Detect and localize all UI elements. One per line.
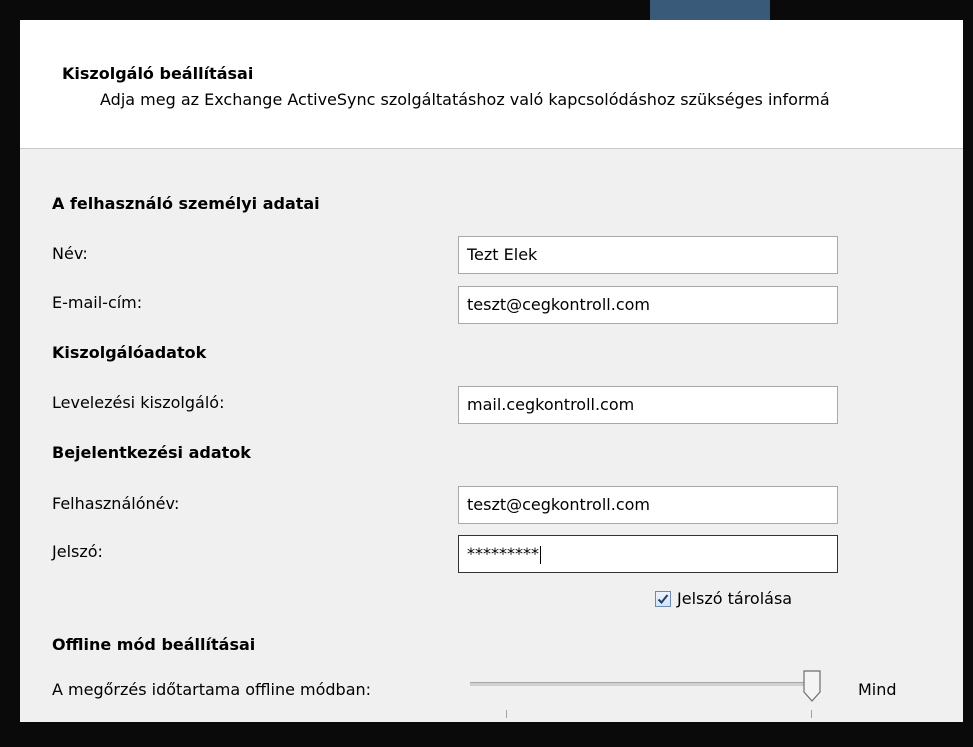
window-titlebar-accent (650, 0, 770, 20)
window-frame-right (963, 0, 973, 747)
slider-tick-end (811, 710, 812, 718)
dialog-header: Kiszolgáló beállításai Adja meg az Excha… (20, 20, 963, 149)
remember-password-label: Jelszó tárolása (677, 589, 793, 608)
remember-password-checkbox[interactable] (655, 590, 671, 607)
password-label: Jelszó: (52, 542, 103, 561)
mail-server-label: Levelezési kiszolgáló: (52, 393, 225, 412)
slider-tick-start (506, 710, 507, 718)
username-input[interactable]: teszt@cegkontroll.com (458, 486, 838, 524)
section-server-heading: Kiszolgálóadatok (52, 343, 207, 362)
window-frame-left (0, 0, 20, 747)
name-label: Név: (52, 244, 88, 263)
name-input[interactable]: Tezt Elek (458, 236, 838, 274)
retention-label: A megőrzés időtartama offline módban: (52, 680, 372, 699)
slider-value-label: Mind (858, 680, 897, 699)
section-offline-heading: Offline mód beállításai (52, 635, 256, 654)
remember-password-row[interactable]: Jelszó tárolása (655, 589, 792, 608)
username-label: Felhasználónév: (52, 494, 180, 513)
page-title: Kiszolgáló beállításai (62, 64, 254, 83)
retention-slider-thumb[interactable] (802, 670, 822, 702)
email-label: E-mail-cím: (52, 293, 143, 312)
text-caret (540, 545, 541, 564)
window-frame-bottom (0, 722, 973, 747)
section-login-heading: Bejelentkezési adatok (52, 443, 251, 462)
email-input[interactable]: teszt@cegkontroll.com (458, 286, 838, 324)
password-mask: ********* (467, 544, 539, 563)
retention-slider-track[interactable] (470, 682, 815, 686)
section-personal-heading: A felhasználó személyi adatai (52, 194, 320, 213)
window-frame-top (0, 0, 973, 20)
password-input[interactable]: ********* (458, 535, 838, 573)
page-subtitle: Adja meg az Exchange ActiveSync szolgált… (100, 90, 830, 109)
mail-server-input[interactable]: mail.cegkontroll.com (458, 386, 838, 424)
checkmark-icon (657, 593, 669, 604)
